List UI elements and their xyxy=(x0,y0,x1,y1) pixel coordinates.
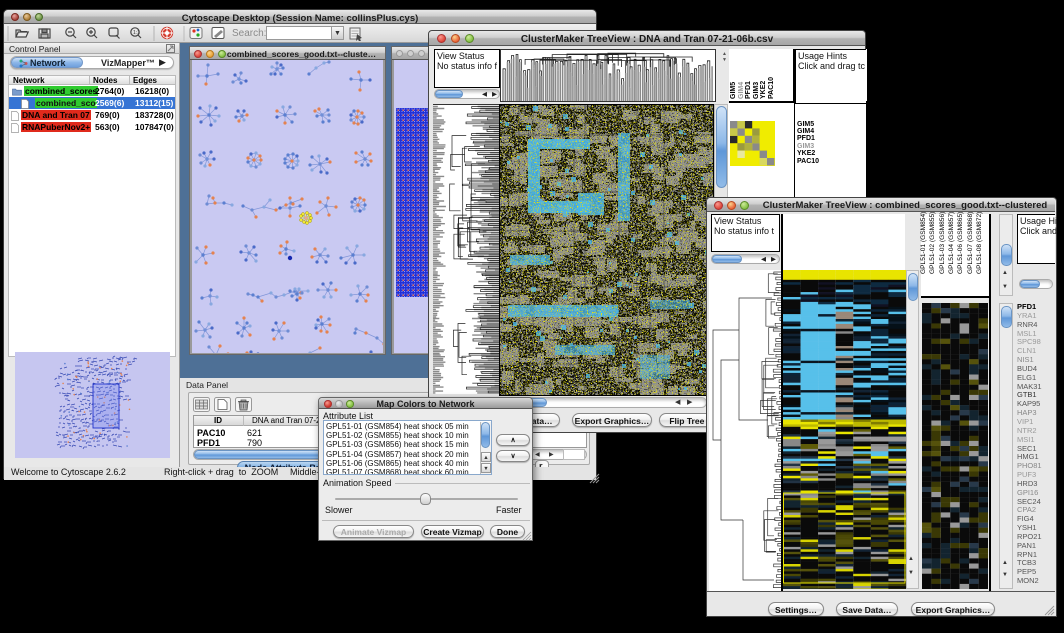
svg-text:1:1: 1:1 xyxy=(133,30,140,36)
